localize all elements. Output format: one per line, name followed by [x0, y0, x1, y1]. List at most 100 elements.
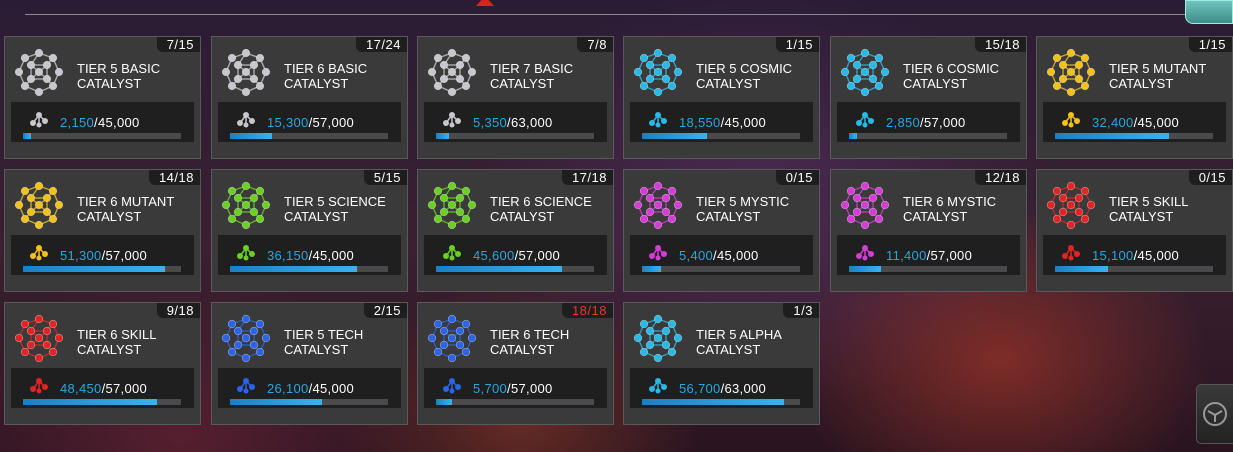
catalyst-icon — [427, 48, 477, 97]
catalyst-icon — [14, 48, 64, 97]
catalyst-name: TIER 6 BASIC CATALYST — [284, 61, 368, 91]
fragment-progress-bar — [436, 133, 594, 139]
catalyst-card[interactable]: 17/18 TIER 6 SCIENCE CATALYST 45,600/57,… — [417, 169, 614, 292]
fragment-current: 18,550 — [679, 115, 721, 130]
catalyst-count: 14/18 — [148, 170, 200, 185]
catalyst-count: 0/15 — [775, 170, 819, 185]
chest-icon[interactable] — [1185, 0, 1233, 24]
fragment-progress-bar — [23, 266, 181, 272]
fragment-progress-text: 11,400/57,000 — [886, 248, 972, 263]
catalyst-card[interactable]: 5/15 TIER 5 SCIENCE CATALYST 36,150/45,0… — [211, 169, 408, 292]
fragment-current: 56,700 — [679, 381, 721, 396]
fragment-progress-fill — [642, 399, 785, 405]
catalyst-count: 7/8 — [577, 37, 613, 52]
catalyst-card[interactable]: 15/18 TIER 6 COSMIC CATALYST 2,850/57,00… — [830, 36, 1027, 159]
fragment-progress-text: 5,700/57,000 — [473, 381, 553, 396]
class-filter-icon — [1203, 402, 1227, 426]
fragment-max: 45,000 — [1137, 115, 1180, 130]
catalyst-card[interactable]: 9/18 TIER 6 SKILL CATALYST 48,450/57,000 — [4, 302, 201, 425]
fragment-max: 45,000 — [312, 381, 355, 396]
fragment-icon — [30, 378, 48, 394]
fragment-max: 57,000 — [518, 248, 561, 263]
fragment-current: 5,700 — [473, 381, 508, 396]
fragment-current: 5,350 — [473, 115, 508, 130]
catalyst-card[interactable]: 1/15 TIER 5 MUTANT CATALYST 32,400/45,00… — [1036, 36, 1233, 159]
fragment-progress-bar — [1055, 266, 1213, 272]
catalyst-name: TIER 5 SKILL CATALYST — [1109, 194, 1188, 224]
fragment-current: 15,300 — [267, 115, 309, 130]
catalyst-name: TIER 5 MUTANT CATALYST — [1109, 61, 1207, 91]
catalyst-card[interactable]: 2/15 TIER 5 TECH CATALYST 26,100/45,000 — [211, 302, 408, 425]
fragment-progress-text: 18,550/45,000 — [679, 115, 766, 130]
fragment-max: 63,000 — [724, 381, 767, 396]
catalyst-name: TIER 5 ALPHA CATALYST — [696, 327, 782, 357]
catalyst-card[interactable]: 0/15 TIER 5 SKILL CATALYST 15,100/45,000 — [1036, 169, 1233, 292]
catalyst-count: 12/18 — [974, 170, 1026, 185]
fragment-icon — [1062, 112, 1080, 128]
fragment-icon — [856, 112, 874, 128]
fragment-progress-bar — [230, 133, 388, 139]
fragment-progress-text: 48,450/57,000 — [60, 381, 147, 396]
catalyst-icon — [221, 181, 271, 230]
fragment-progress-bar — [642, 399, 800, 405]
catalyst-count: 0/15 — [1188, 170, 1232, 185]
fragment-icon — [30, 112, 48, 128]
fragment-icon — [443, 245, 461, 261]
fragment-progress-bar — [230, 399, 388, 405]
fragment-current: 26,100 — [267, 381, 309, 396]
warning-triangle-icon[interactable] — [476, 0, 494, 6]
fragment-current: 36,150 — [267, 248, 309, 263]
fragment-current: 45,600 — [473, 248, 515, 263]
fragment-max: 57,000 — [312, 115, 355, 130]
fragment-icon — [1062, 245, 1080, 261]
fragment-progress-bar — [1055, 133, 1213, 139]
catalyst-count: 1/15 — [775, 37, 819, 52]
fragment-progress-text: 45,600/57,000 — [473, 248, 560, 263]
fragment-progress-text: 15,100/45,000 — [1092, 248, 1179, 263]
fragment-max: 57,000 — [105, 381, 148, 396]
catalyst-name: TIER 6 SCIENCE CATALYST — [490, 194, 592, 224]
catalyst-card[interactable]: 1/3 TIER 5 ALPHA CATALYST 56,700/63,000 — [623, 302, 820, 425]
fragment-current: 2,850 — [886, 115, 921, 130]
catalyst-name: TIER 6 MUTANT CATALYST — [77, 194, 175, 224]
fragment-progress-bar — [436, 266, 594, 272]
top-bar — [25, 0, 1185, 15]
catalyst-card[interactable]: 1/15 TIER 5 COSMIC CATALYST 18,550/45,00… — [623, 36, 820, 159]
fragment-progress-text: 15,300/57,000 — [267, 115, 354, 130]
catalyst-name: TIER 6 COSMIC CATALYST — [903, 61, 1000, 91]
catalyst-icon — [633, 181, 683, 230]
catalyst-name: TIER 5 MYSTIC CATALYST — [696, 194, 790, 224]
catalyst-card[interactable]: 7/8 TIER 7 BASIC CATALYST 5,350/63,000 — [417, 36, 614, 159]
catalyst-icon — [221, 48, 271, 97]
fragment-current: 5,400 — [679, 248, 714, 263]
catalyst-card[interactable]: 18/18 TIER 6 TECH CATALYST 5,700/57,000 — [417, 302, 614, 425]
catalyst-card[interactable]: 17/24 TIER 6 BASIC CATALYST 15,300/57,00… — [211, 36, 408, 159]
fragment-max: 57,000 — [510, 381, 553, 396]
class-filter-button[interactable] — [1196, 384, 1233, 444]
catalyst-card[interactable]: 14/18 TIER 6 MUTANT CATALYST 51,300/57,0… — [4, 169, 201, 292]
fragment-max: 45,000 — [724, 115, 767, 130]
catalyst-icon — [221, 314, 271, 363]
fragment-progress-text: 36,150/45,000 — [267, 248, 354, 263]
fragment-max: 57,000 — [105, 248, 148, 263]
fragment-max: 63,000 — [510, 115, 553, 130]
fragment-max: 45,000 — [716, 248, 759, 263]
catalyst-name: TIER 5 SCIENCE CATALYST — [284, 194, 386, 224]
catalyst-card[interactable]: 7/15 TIER 5 BASIC CATALYST 2,150/45,000 — [4, 36, 201, 159]
fragment-progress-text: 56,700/63,000 — [679, 381, 766, 396]
catalyst-icon — [14, 181, 64, 230]
catalyst-count: 15/18 — [974, 37, 1026, 52]
catalyst-card[interactable]: 12/18 TIER 6 MYSTIC CATALYST 11,400/57,0… — [830, 169, 1027, 292]
catalyst-icon — [1046, 181, 1096, 230]
fragment-progress-fill — [23, 399, 158, 405]
fragment-progress-text: 2,150/45,000 — [60, 115, 140, 130]
fragment-max: 45,000 — [1137, 248, 1180, 263]
fragment-progress-fill — [849, 266, 881, 272]
fragment-progress-bar — [849, 266, 1007, 272]
catalyst-card[interactable]: 0/15 TIER 5 MYSTIC CATALYST 5,400/45,000 — [623, 169, 820, 292]
catalyst-icon — [840, 48, 890, 97]
fragment-max: 57,000 — [923, 115, 966, 130]
fragment-icon — [443, 112, 461, 128]
fragment-current: 51,300 — [60, 248, 102, 263]
catalyst-count: 7/15 — [156, 37, 200, 52]
